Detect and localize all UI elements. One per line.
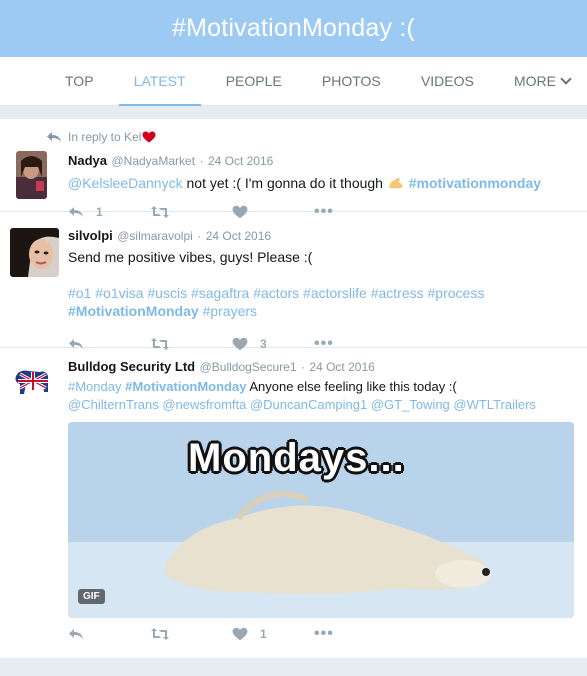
tweet-actions: 1 •••: [68, 622, 577, 646]
tab-people-label: PEOPLE: [225, 73, 282, 89]
reply-button[interactable]: [68, 628, 150, 640]
gif-media[interactable]: Mondays... GIF: [68, 422, 574, 618]
tweet-body: Anyone else feeling like this today :(: [249, 379, 457, 394]
mention-links[interactable]: @ChilternTrans @newsfromfta @DuncanCampi…: [68, 397, 536, 412]
display-name[interactable]: Nadya: [68, 153, 107, 168]
handle[interactable]: @silmaravolpi: [117, 229, 193, 243]
tweet-date[interactable]: 24 Oct 2016: [206, 229, 271, 243]
tab-latest[interactable]: LATEST: [118, 57, 201, 106]
tweet[interactable]: silvolpi @silmaravolpi · 24 Oct 2016 Sen…: [0, 212, 587, 352]
tweet-header: Nadya @NadyaMarket · 24 Oct 2016: [68, 152, 577, 170]
page-title: #MotivationMonday :(: [171, 14, 415, 42]
tab-people[interactable]: PEOPLE: [226, 57, 282, 105]
tweet[interactable]: In reply to Kel Nadya @NadyaMarket · 24 …: [0, 119, 587, 220]
tweet-body: Send me positive vibes, guys! Please :(: [68, 249, 313, 265]
timeline: In reply to Kel Nadya @NadyaMarket · 24 …: [0, 119, 587, 658]
heart-icon: [232, 627, 248, 641]
tab-more-label: MORE: [514, 73, 556, 89]
gif-caption: Mondays...: [188, 436, 405, 480]
retweet-button[interactable]: [150, 627, 232, 641]
timeline-gap: [0, 106, 587, 119]
tweet[interactable]: Bulldog Security Ltd @BulldogSecure1 · 2…: [0, 348, 587, 658]
heart-emoji-icon: [142, 131, 156, 143]
tab-photos[interactable]: PHOTOS: [322, 57, 381, 105]
tweet-date[interactable]: 24 Oct 2016: [208, 154, 273, 168]
separator-dot: ·: [199, 154, 204, 168]
tab-latest-label: LATEST: [133, 73, 186, 89]
tab-videos[interactable]: VIDEOS: [421, 57, 474, 105]
handle[interactable]: @NadyaMarket: [111, 154, 195, 168]
hashtag-link[interactable]: #MotivationMonday: [68, 303, 199, 319]
tweet-text: #Monday #MotivationMonday Anyone else fe…: [68, 378, 577, 414]
hashtag-link[interactable]: #Monday: [68, 379, 121, 394]
tweet-text: @KelsleeDannyck not yet :( I'm gonna do …: [68, 174, 577, 192]
separator-dot: ·: [197, 229, 202, 243]
reply-context: In reply to Kel: [46, 130, 156, 144]
avatar[interactable]: [16, 151, 47, 199]
hashtag-link[interactable]: #motivationmonday: [409, 175, 541, 191]
hashtag-link[interactable]: #MotivationMonday: [125, 379, 246, 394]
hashtag-links[interactable]: #o1 #o1visa #uscis #sagaftra #actors #ac…: [68, 285, 484, 301]
like-button[interactable]: 1: [232, 627, 314, 641]
reply-note-text: In reply to Kel: [68, 130, 142, 144]
tab-top-label: TOP: [65, 73, 94, 89]
tweet-body: not yet :( I'm gonna do it though: [186, 175, 383, 191]
tab-bar: TOP LATEST PEOPLE PHOTOS VIDEOS MORE: [0, 57, 587, 106]
more-options-button[interactable]: •••: [314, 625, 396, 643]
mention-link[interactable]: @KelsleeDannyck: [68, 175, 183, 191]
reply-icon: [69, 629, 83, 639]
chevron-down-icon: [560, 73, 572, 85]
gif-badge: GIF: [78, 589, 105, 604]
tab-videos-label: VIDEOS: [420, 73, 474, 89]
retweet-icon: [151, 628, 169, 640]
tab-more[interactable]: MORE: [514, 57, 572, 105]
tab-top[interactable]: TOP: [65, 57, 94, 105]
tab-photos-label: PHOTOS: [321, 73, 381, 89]
flexed-arm-emoji-icon: [387, 176, 405, 190]
handle[interactable]: @BulldogSecure1: [200, 360, 297, 374]
separator-dot: ·: [300, 360, 305, 374]
tweet-hashtags: #o1 #o1visa #uscis #sagaftra #actors #ac…: [68, 284, 577, 320]
reply-arrow-icon: [47, 132, 61, 142]
avatar[interactable]: [10, 366, 54, 402]
more-dots-icon: •••: [314, 625, 334, 642]
display-name[interactable]: silvolpi: [68, 228, 113, 243]
avatar[interactable]: [10, 228, 59, 277]
tweet-date[interactable]: 24 Oct 2016: [309, 360, 374, 374]
tweet-header: Bulldog Security Ltd @BulldogSecure1 · 2…: [68, 358, 577, 376]
display-name[interactable]: Bulldog Security Ltd: [68, 359, 195, 374]
hashtag-link[interactable]: #prayers: [203, 303, 257, 319]
like-count: 1: [260, 627, 267, 641]
page-header: #MotivationMonday :(: [0, 0, 587, 57]
tweet-header: silvolpi @silmaravolpi · 24 Oct 2016: [68, 227, 577, 245]
